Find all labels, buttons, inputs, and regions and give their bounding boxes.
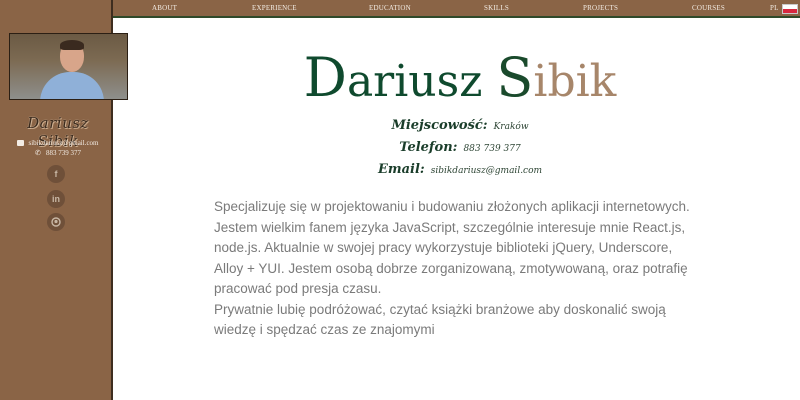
facebook-icon[interactable]: f xyxy=(47,165,65,183)
page-title: Dariusz Sibik xyxy=(200,46,720,109)
poland-flag-icon[interactable] xyxy=(782,4,798,14)
nav-skills[interactable]: SKILLS xyxy=(484,4,509,12)
bio: Specjalizuję się w projektowaniu i budow… xyxy=(214,197,704,341)
name-last-initial: S xyxy=(496,46,534,109)
linkedin-icon[interactable]: in xyxy=(47,190,65,208)
nav-about[interactable]: ABOUT xyxy=(152,4,177,12)
nav-education[interactable]: EDUCATION xyxy=(369,4,411,12)
email-label: Email: xyxy=(377,162,425,177)
city-value: Kraków xyxy=(493,122,529,132)
nav-experience[interactable]: EXPERIENCE xyxy=(252,4,297,12)
name-first-rest: ariusz xyxy=(346,56,497,107)
name-last-rest: ibik xyxy=(533,56,617,107)
nav-language[interactable]: PL xyxy=(770,4,779,12)
sidebar-phone-text: 883 739 377 xyxy=(46,149,81,157)
mail-icon xyxy=(17,140,25,146)
github-icon[interactable] xyxy=(47,213,65,231)
profile-photo xyxy=(9,33,128,100)
phone-value[interactable]: 883 739 377 xyxy=(463,144,520,154)
phone-row: Telefon: 883 739 377 xyxy=(300,136,620,155)
bio-paragraph-2: Prywatnie lubię podróżować, czytać książ… xyxy=(214,301,666,338)
sidebar-email-text: sibikdariusz@gmail.com xyxy=(28,139,99,147)
phone-label: Telefon: xyxy=(399,140,458,155)
bio-paragraph-1: Specjalizuję się w projektowaniu i budow… xyxy=(214,199,690,296)
photo-hair xyxy=(60,40,84,50)
city-row: Miejscowość: Kraków xyxy=(300,114,620,133)
phone-icon: ✆ xyxy=(35,149,41,157)
sidebar-email[interactable]: sibikdariusz@gmail.com xyxy=(10,139,106,147)
photo-shirt xyxy=(40,72,104,99)
github-glyph xyxy=(51,217,61,227)
email-value[interactable]: sibikdariusz@gmail.com xyxy=(431,166,542,176)
nav-projects[interactable]: PROJECTS xyxy=(583,4,618,12)
nav-courses[interactable]: COURSES xyxy=(692,4,725,12)
name-first-initial: D xyxy=(303,46,347,109)
city-label: Miejscowość: xyxy=(391,118,488,133)
sidebar-phone[interactable]: ✆ 883 739 377 xyxy=(10,149,106,157)
email-row: Email: sibikdariusz@gmail.com xyxy=(300,158,620,177)
